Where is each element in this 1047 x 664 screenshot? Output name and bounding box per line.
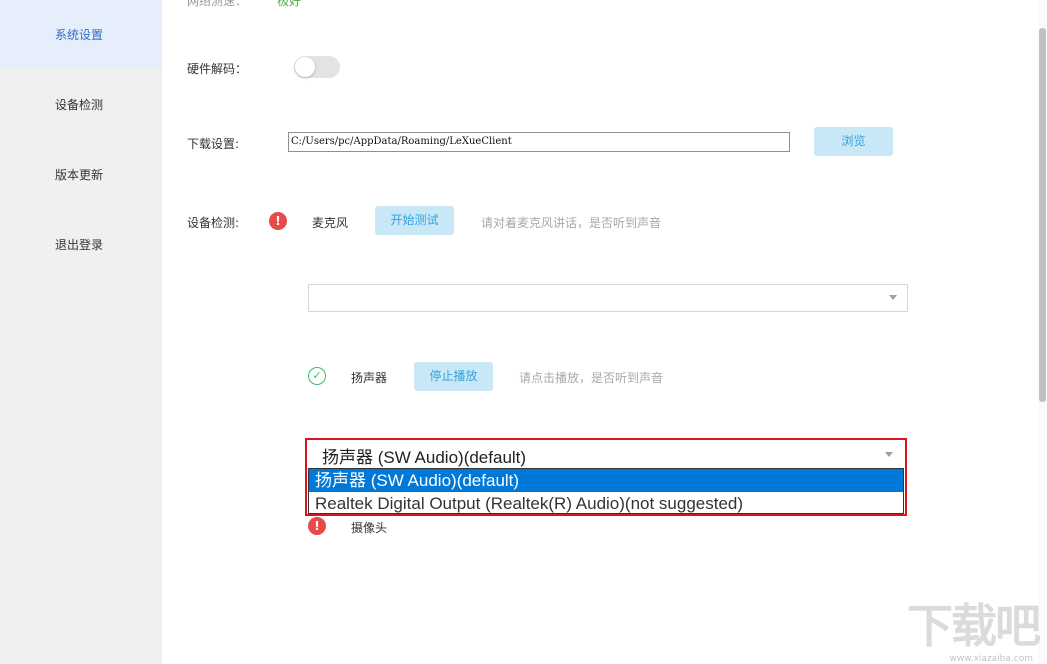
- speaker-select-value: 扬声器 (SW Audio)(default): [322, 448, 527, 467]
- chevron-down-icon: [889, 295, 897, 300]
- start-test-button[interactable]: 开始测试: [375, 206, 454, 235]
- sidebar: 系统设置 设备检测 版本更新 退出登录: [0, 0, 162, 664]
- sidebar-item-label: 版本更新: [55, 168, 104, 182]
- check-icon: ✓: [308, 367, 326, 385]
- speaker-label: 扬声器: [351, 371, 388, 385]
- device-check-label: 设备检测:: [187, 216, 240, 230]
- scrollbar-thumb[interactable]: [1039, 28, 1046, 402]
- microphone-hint: 请对着麦克风讲话，是否听到声音: [481, 216, 662, 230]
- speaker-hint: 请点击播放，是否听到声音: [519, 371, 664, 385]
- network-speed-label: 网络测速：: [187, 0, 248, 8]
- chevron-down-icon: [885, 452, 893, 457]
- sidebar-item-label: 系统设置: [55, 28, 104, 42]
- sidebar-item-device-check[interactable]: 设备检测: [0, 70, 162, 138]
- watermark-logo: 下载吧: [907, 599, 1041, 653]
- scrollbar[interactable]: [1038, 0, 1047, 664]
- sidebar-item-logout[interactable]: 退出登录: [0, 210, 162, 278]
- speaker-select[interactable]: 扬声器 (SW Audio)(default): [307, 440, 905, 468]
- sidebar-item-system-settings[interactable]: 系统设置: [0, 0, 162, 68]
- microphone-select[interactable]: [308, 284, 908, 312]
- microphone-label: 麦克风: [312, 216, 349, 230]
- speaker-options-list: 扬声器 (SW Audio)(default) Realtek Digital …: [308, 468, 904, 514]
- error-icon: !: [269, 212, 287, 230]
- hardware-decode-toggle[interactable]: [294, 56, 340, 78]
- speaker-select-highlight: 扬声器 (SW Audio)(default) 扬声器 (SW Audio)(d…: [305, 438, 907, 516]
- sidebar-item-label: 退出登录: [55, 238, 104, 252]
- sidebar-item-label: 设备检测: [55, 98, 104, 112]
- toggle-knob: [295, 57, 315, 77]
- speaker-option[interactable]: 扬声器 (SW Audio)(default): [309, 469, 903, 492]
- speaker-option[interactable]: Realtek Digital Output (Realtek(R) Audio…: [309, 492, 903, 515]
- stop-play-button[interactable]: 停止播放: [414, 362, 493, 391]
- download-path-input[interactable]: [288, 132, 790, 152]
- watermark-url: www.xiazaiba.com: [949, 654, 1033, 664]
- network-speed-row: 网络测速： 极好: [187, 0, 301, 9]
- browse-button[interactable]: 浏览: [814, 127, 893, 156]
- download-settings-label: 下载设置:: [187, 137, 240, 151]
- camera-label: 摄像头: [351, 521, 388, 535]
- hardware-decode-label: 硬件解码：: [187, 62, 248, 76]
- network-speed-value: 极好: [277, 0, 302, 8]
- error-icon: !: [308, 517, 326, 535]
- sidebar-item-version-update[interactable]: 版本更新: [0, 140, 162, 208]
